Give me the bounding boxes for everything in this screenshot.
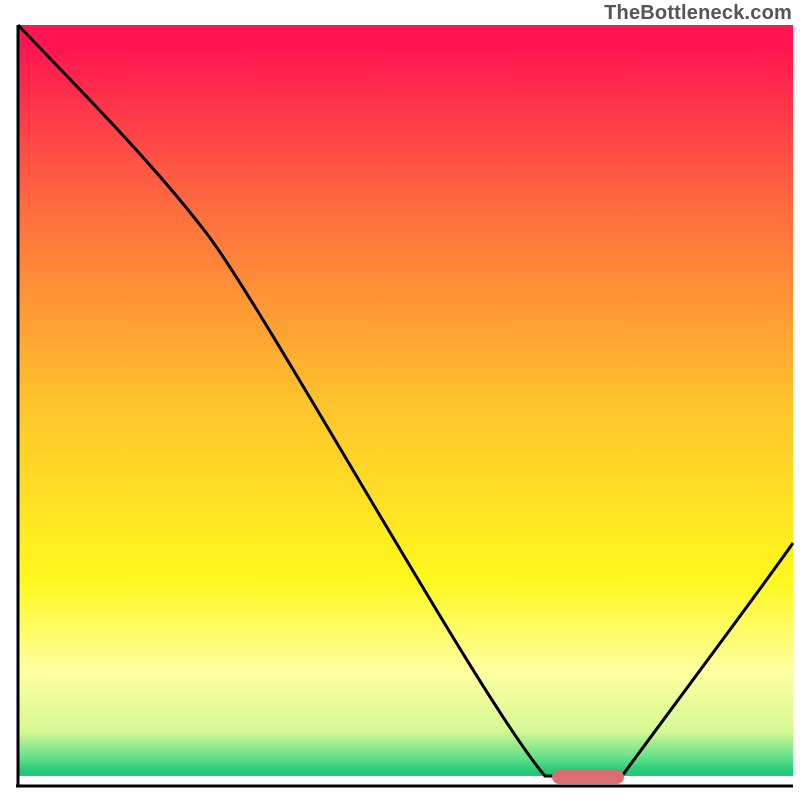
baseline-strip xyxy=(18,776,793,784)
optimal-range-marker xyxy=(552,770,624,784)
gradient-background xyxy=(18,25,793,784)
plot-area xyxy=(16,25,793,786)
chart-svg xyxy=(0,0,800,800)
bottleneck-chart: TheBottleneck.com xyxy=(0,0,800,800)
watermark-text: TheBottleneck.com xyxy=(604,2,792,25)
